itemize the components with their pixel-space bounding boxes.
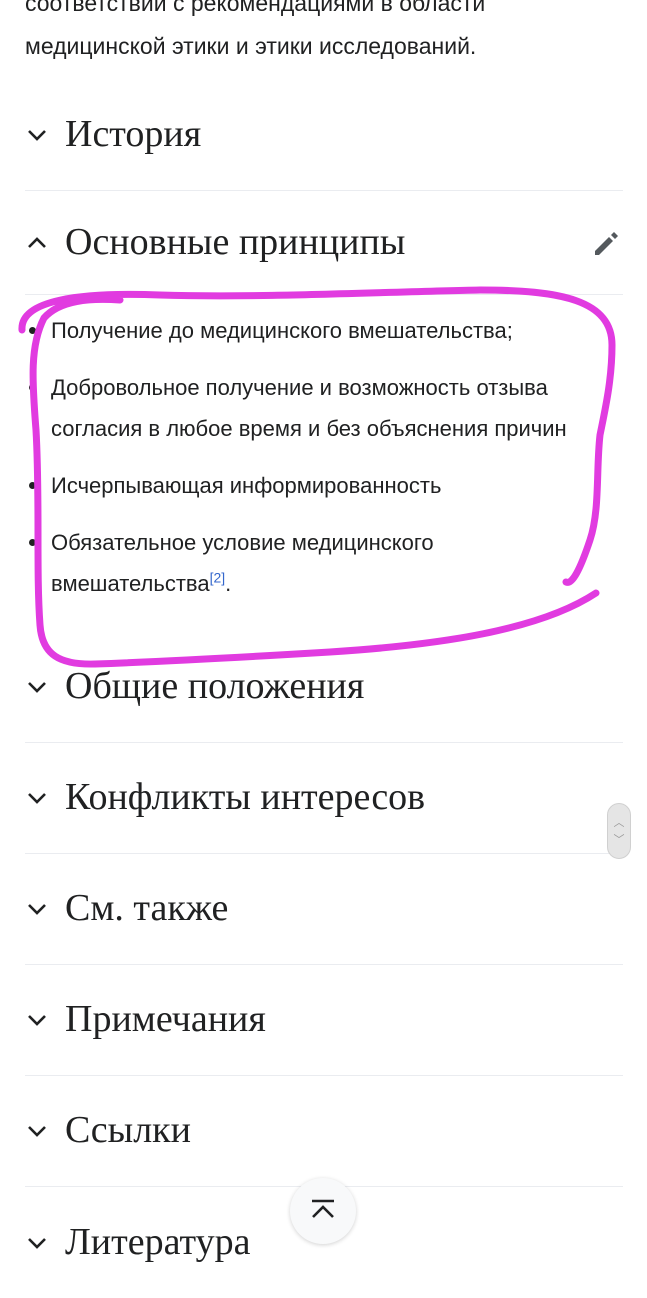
intro-line-2: медицинской этики и этики исследований. <box>25 33 477 59</box>
chevron-up-icon <box>25 231 49 255</box>
chevron-down-icon <box>25 1231 49 1255</box>
bullet-icon <box>29 482 36 489</box>
intro-line-1: соответствии с рекомендациями в области <box>25 0 486 16</box>
chevron-down-icon <box>25 1119 49 1143</box>
list-item-text: Получение до медицинского вмешательства; <box>51 318 513 343</box>
chevron-down-icon <box>25 675 49 699</box>
reference-link[interactable]: [2] <box>210 570 226 586</box>
chevron-down-icon <box>25 897 49 921</box>
section-title: Основные принципы <box>65 220 406 263</box>
list-item-text: Обязательное условие медицинского вмешат… <box>51 530 434 596</box>
section-title: См. также <box>65 887 229 930</box>
list-item-end: . <box>225 571 232 596</box>
section-notes[interactable]: Примечания <box>25 965 623 1076</box>
list-item: Исчерпывающая информированность <box>25 465 615 506</box>
list-item-text: Исчерпывающая информированность <box>51 473 442 498</box>
section-title: Примечания <box>65 998 266 1041</box>
section-conflicts[interactable]: Конфликты интересов <box>25 743 623 854</box>
chevron-down-icon <box>25 1008 49 1032</box>
list-item: Обязательное условие медицинского вмешат… <box>25 522 615 604</box>
section-title: Ссылки <box>65 1109 191 1152</box>
chevron-down-icon: ﹀ <box>613 833 625 846</box>
bullet-icon <box>29 327 36 334</box>
bullet-icon <box>29 539 36 546</box>
section-title: Литература <box>65 1220 251 1263</box>
chevron-down-icon <box>25 786 49 810</box>
section-title: История <box>65 113 202 156</box>
list-item-text: Добровольное получение и возможность отз… <box>51 375 567 441</box>
section-title: Конфликты интересов <box>65 776 426 819</box>
list-item: Получение до медицинского вмешательства; <box>25 310 615 351</box>
intro-paragraph: соответствии с рекомендациями в области … <box>25 0 625 68</box>
list-item: Добровольное получение и возможность отз… <box>25 367 615 449</box>
section-general[interactable]: Общие положения <box>25 632 623 743</box>
pencil-icon[interactable] <box>591 227 623 259</box>
section-principles[interactable]: Основные принципы <box>25 191 623 295</box>
scroll-handle[interactable]: ︿ ﹀ <box>607 803 631 859</box>
section-history[interactable]: История <box>25 80 623 191</box>
principles-list: Получение до медицинского вмешательства;… <box>25 310 615 620</box>
bullet-icon <box>29 384 36 391</box>
back-to-top-button[interactable] <box>290 1178 356 1244</box>
back-to-top-icon <box>312 1199 334 1218</box>
section-title: Общие положения <box>65 665 365 708</box>
section-links[interactable]: Ссылки <box>25 1076 623 1187</box>
chevron-down-icon <box>25 123 49 147</box>
section-see-also[interactable]: См. также <box>25 854 623 965</box>
chevron-up-icon: ︿ <box>613 816 625 829</box>
